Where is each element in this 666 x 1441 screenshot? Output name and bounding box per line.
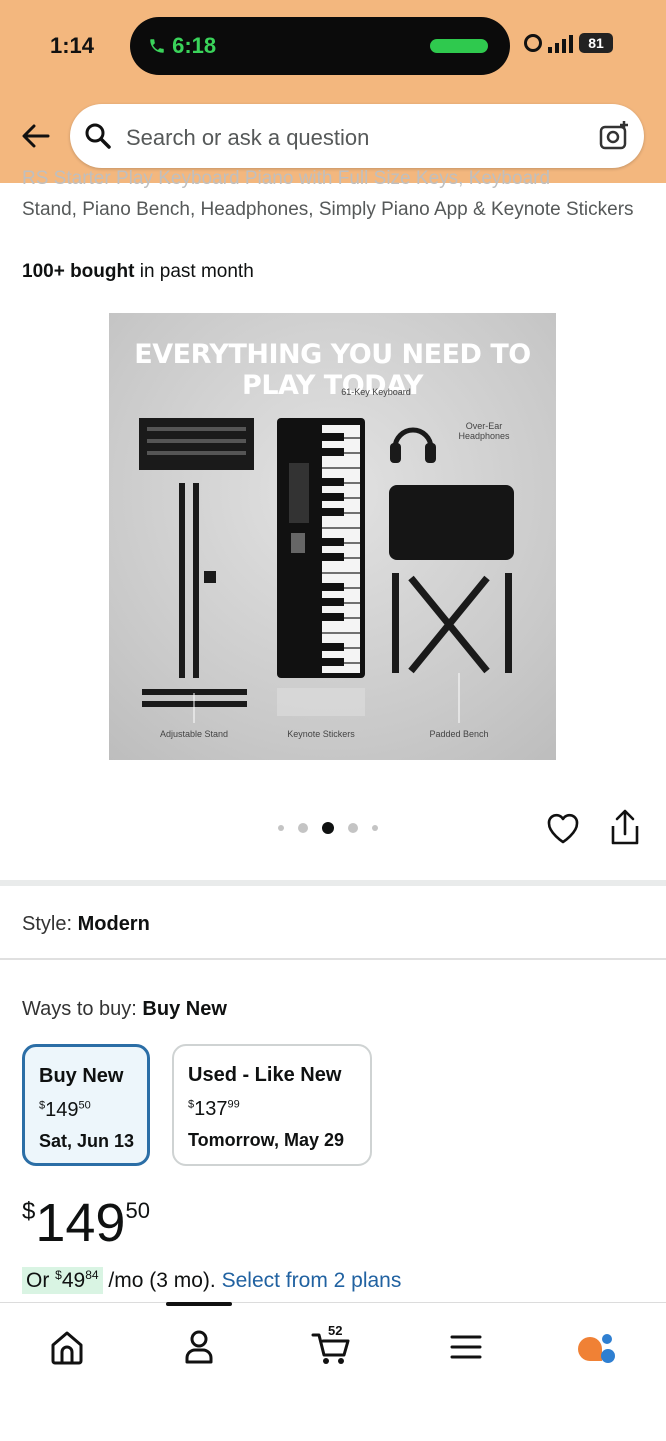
battery-icon: 81: [579, 33, 613, 53]
image-label-keyboard: 61-Key Keyboard: [341, 387, 411, 397]
carousel-dot[interactable]: [348, 823, 358, 833]
bought-count: 100+ bought in past month: [22, 261, 254, 283]
installment-highlight: Or $4984: [22, 1267, 103, 1294]
status-icons: 81: [524, 33, 613, 53]
product-title-partial: RS Starter Play Keyboard Piano with Full…: [22, 168, 551, 189]
account-icon[interactable]: [177, 1325, 221, 1369]
product-title: Stand, Piano Bench, Headphones, Simply P…: [22, 199, 634, 220]
dynamic-island[interactable]: 6:18: [130, 17, 510, 75]
carousel-dot[interactable]: [298, 823, 308, 833]
buy-option-used[interactable]: Used - Like New $13799 Tomorrow, May 29: [172, 1044, 372, 1166]
wishlist-heart-icon[interactable]: [545, 811, 581, 847]
back-arrow-icon[interactable]: [18, 118, 54, 154]
carousel-dot[interactable]: [372, 825, 378, 831]
image-label-headphones: Over-Ear Headphones: [458, 421, 510, 441]
installment-offer: Or $4984 /mo (3 mo). Select from 2 plans: [22, 1267, 402, 1304]
section-divider: [0, 958, 666, 960]
status-time: 1:14: [50, 33, 95, 58]
header: 1:14 6:18 81 Search or ask a question: [0, 0, 666, 183]
price-whole: 149: [35, 1193, 126, 1253]
search-input[interactable]: Search or ask a question: [126, 125, 369, 151]
image-label-stand: Adjustable Stand: [159, 729, 229, 739]
price-currency: $: [22, 1198, 36, 1225]
product-kit-illustration: [139, 418, 514, 723]
section-divider: [0, 880, 666, 886]
bought-count-rest: in past month: [134, 261, 254, 282]
option-delivery: Tomorrow, May 29: [188, 1130, 345, 1150]
style-value: Modern: [77, 913, 150, 935]
option-price: $14950: [39, 1099, 91, 1121]
call-time: 6:18: [172, 33, 217, 58]
image-label-bench: Padded Bench: [429, 729, 489, 739]
price-fraction: 50: [125, 1198, 150, 1223]
carousel-dot[interactable]: [278, 825, 284, 831]
home-icon[interactable]: [45, 1325, 89, 1369]
cart-count-badge: 52: [328, 1323, 343, 1338]
focus-icon: [524, 34, 542, 52]
ways-to-buy-label: Ways to buy:: [22, 998, 137, 1020]
audio-wave-icon: [430, 39, 488, 53]
camera-search-icon[interactable]: [598, 120, 630, 152]
ways-to-buy: Ways to buy: Buy New: [22, 998, 227, 1021]
phone-icon: [150, 39, 164, 53]
bought-count-bold: 100+ bought: [22, 261, 135, 282]
option-price: $13799: [188, 1098, 240, 1120]
image-label-stickers: Keynote Stickers: [287, 729, 355, 739]
carousel-dot-active[interactable]: [322, 822, 334, 834]
rufus-assistant-icon[interactable]: [574, 1325, 618, 1369]
share-icon[interactable]: [608, 809, 642, 847]
product-image[interactable]: EVERYTHING YOU NEED TO PLAY TODAY 61-Key…: [109, 313, 556, 760]
ways-to-buy-value: Buy New: [142, 998, 227, 1020]
signal-icon: [548, 33, 573, 53]
scroll-indicator: [166, 1302, 232, 1306]
style-label: Style:: [22, 913, 73, 935]
installment-terms: /mo (3 mo).: [102, 1269, 222, 1292]
option-delivery: Sat, Jun 13: [39, 1131, 135, 1151]
select-plans-link[interactable]: Select from 2 plans: [222, 1269, 402, 1292]
menu-icon[interactable]: [444, 1325, 488, 1369]
search-bar[interactable]: Search or ask a question: [70, 104, 644, 168]
option-title: Buy New: [39, 1065, 124, 1087]
call-indicator: 6:18: [148, 33, 216, 59]
style-selector[interactable]: Style: Modern: [22, 913, 150, 936]
buy-option-new[interactable]: Buy New $14950 Sat, Jun 13: [22, 1044, 150, 1166]
carousel-indicator[interactable]: [278, 822, 378, 834]
bottom-navigation: 52: [0, 1302, 666, 1441]
option-title: Used - Like New: [188, 1064, 342, 1086]
search-icon: [85, 123, 111, 149]
product-price: $14950: [22, 1192, 150, 1254]
